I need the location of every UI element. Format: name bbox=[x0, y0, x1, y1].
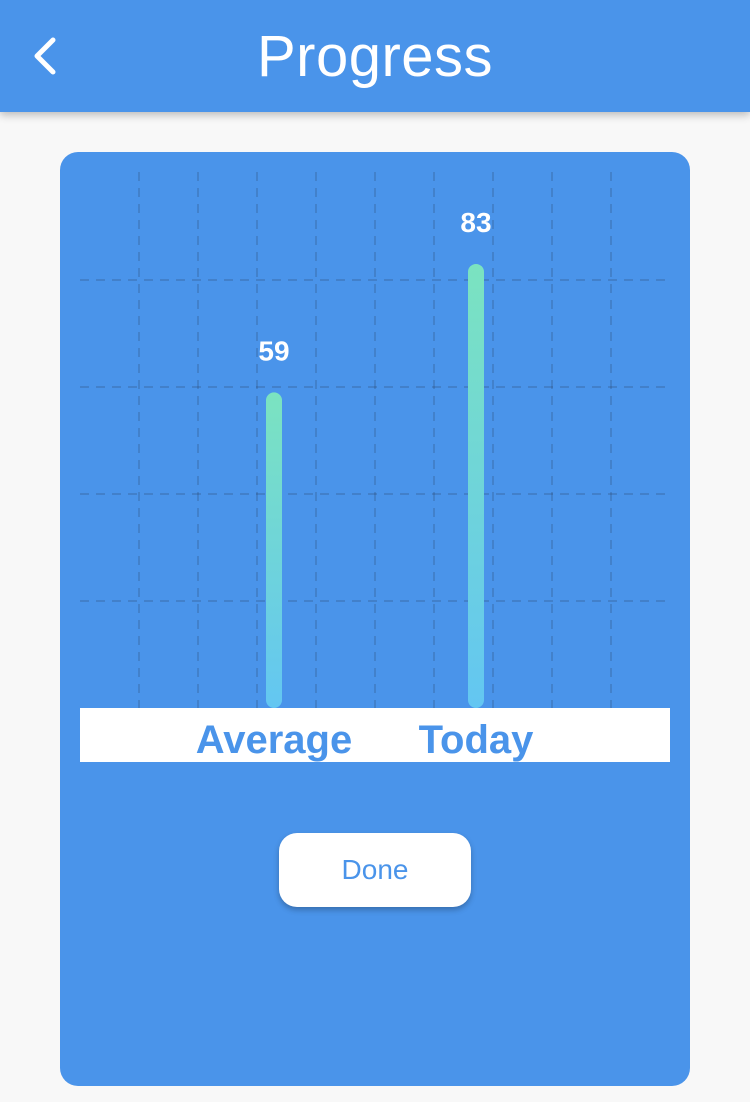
bar-today bbox=[468, 263, 484, 708]
x-axis-label-band: Average Today bbox=[80, 708, 670, 762]
value-label-average: 59 bbox=[258, 335, 289, 366]
value-label-today: 83 bbox=[460, 207, 491, 238]
progress-card: 59 83 Average Today Done bbox=[60, 152, 690, 1086]
bar-chart: 59 83 bbox=[80, 172, 670, 708]
page-title: Progress bbox=[256, 24, 494, 89]
bar-average bbox=[266, 392, 282, 708]
done-button[interactable]: Done bbox=[279, 833, 471, 907]
app-bar: Progress bbox=[0, 0, 750, 112]
x-tick-label-average: Average bbox=[195, 718, 353, 762]
x-tick-label-today: Today bbox=[418, 718, 534, 762]
